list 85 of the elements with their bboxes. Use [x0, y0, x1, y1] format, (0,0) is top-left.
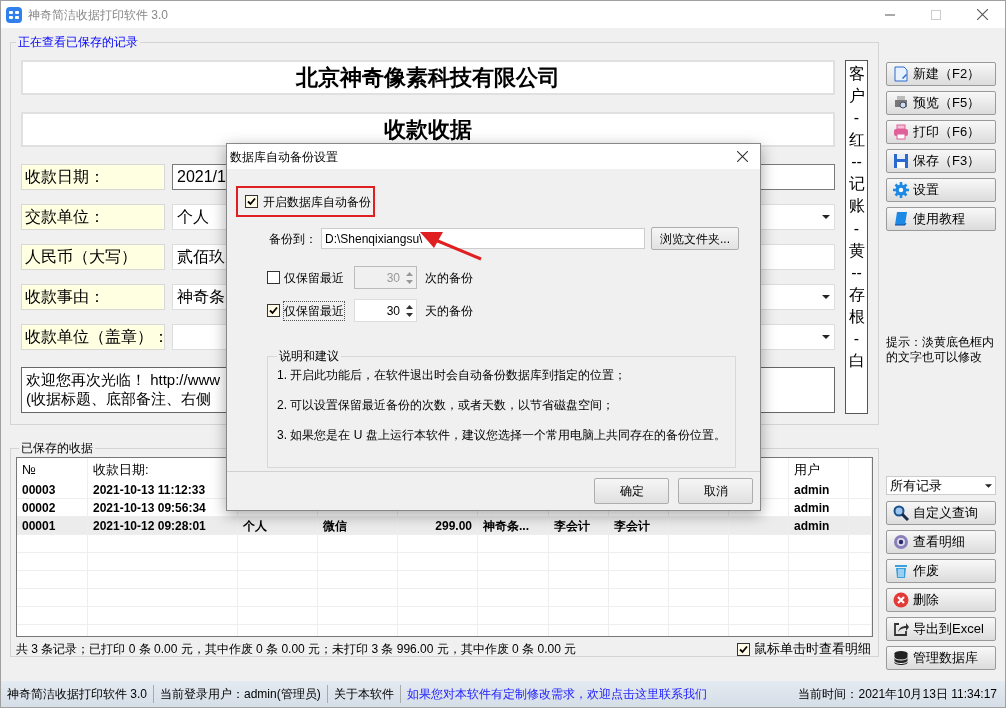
action-button[interactable]: 自定义查询 — [886, 501, 996, 525]
action-button[interactable]: 查看明细 — [886, 530, 996, 554]
about-link[interactable]: 关于本软件 — [327, 685, 400, 703]
contact-link[interactable]: 如果您对本软件有定制修改需求，欢迎点击这里联系我们 — [400, 685, 713, 703]
field-label[interactable]: 收款日期： — [21, 164, 165, 190]
action-button[interactable]: 删除 — [886, 588, 996, 612]
current-time-text: 当前时间：2021年10月13日 11:34:17 — [798, 686, 998, 703]
keep-recent-checkbox[interactable]: 仅保留最近 — [267, 268, 354, 287]
summary-text: 共 3 条记录；已打印 0 条 0.00 元，其中作废 0 条 0.00 元；未打印 3 条 996.00 元，其中作废 0 条 0.00 元 — [16, 641, 577, 658]
hint-text: 提示：淡黄底色框内的文字也可以修改 — [886, 335, 995, 365]
close-icon[interactable] — [976, 9, 988, 20]
field-label[interactable]: 收款单位（盖章）： — [21, 324, 165, 350]
table-cell: admin — [789, 517, 849, 534]
printer-icon — [893, 95, 909, 111]
toolbar-button[interactable]: 设置 — [886, 178, 996, 202]
copy-strip-text: 客户-红--记账-黄--存根-白 — [848, 64, 865, 371]
group-title: 已保存的收据 — [20, 440, 94, 457]
eye-icon — [893, 534, 909, 550]
tick-box-icon[interactable] — [245, 195, 258, 208]
backup-path-field[interactable]: D:\Shenqixiangsu\ — [321, 228, 645, 249]
table-cell: 00002 — [17, 499, 88, 516]
table-cell: 李会计 — [549, 517, 609, 534]
page-icon — [893, 66, 909, 82]
export-icon — [893, 621, 909, 637]
field-label[interactable]: 人民币（大写） — [21, 244, 165, 270]
database-icon — [893, 650, 909, 666]
note-text: 2. 可以设置保留最近备份的次数，或者天数，以节省磁盘空间； — [277, 397, 616, 414]
group-title: 正在查看已保存的记录 — [17, 34, 139, 51]
printer-icon — [893, 124, 909, 140]
dialog-button[interactable]: 取消 — [678, 478, 753, 504]
receipt-title-field[interactable]: 收款收据 — [21, 112, 835, 147]
spinner-arrows-icon[interactable] — [406, 304, 413, 317]
browse-folder-button[interactable]: 浏览文件夹... — [651, 227, 739, 250]
number-spinner[interactable]: 30 — [354, 299, 417, 322]
note-text: 1. 开启此功能后，在软件退出时会自动备份数据库到指定的位置； — [277, 367, 628, 384]
delete-icon — [893, 592, 909, 608]
window-title: 神奇简洁收据打印软件 3.0 — [28, 6, 168, 24]
enable-backup-checkbox[interactable]: 开启数据库自动备份 — [236, 186, 375, 217]
trash-icon — [893, 563, 909, 579]
action-button[interactable]: 导出到Excel — [886, 617, 996, 641]
unit-label: 天的备份 — [425, 302, 473, 320]
tick-box-icon[interactable] — [267, 304, 280, 317]
table-cell: 299.00 — [398, 517, 478, 534]
toolbar-button[interactable]: 保存（F3） — [886, 149, 996, 173]
group-title: 说明和建议 — [278, 348, 340, 365]
dialog-title: 数据库自动备份设置 — [230, 148, 338, 166]
company-name-field[interactable]: 北京神奇像素科技有限公司 — [21, 60, 835, 95]
toolbar-button[interactable]: 使用教程 — [886, 207, 996, 231]
app-name-text: 神奇简洁收据打印软件 3.0 — [6, 686, 148, 703]
unit-label: 次的备份 — [425, 269, 473, 287]
table-cell: admin — [789, 481, 849, 498]
tick-box-icon[interactable] — [267, 271, 280, 284]
table-cell: 李会计 — [609, 517, 669, 534]
table-cell: 微信 — [318, 517, 398, 534]
caret-icon — [822, 335, 830, 339]
table-row[interactable]: 00001 2021-10-12 09:28:01 个人 微信 299.00 神奇条... 李会计 李会计 admin — [17, 517, 872, 535]
search-icon — [893, 505, 909, 521]
table-cell: admin — [789, 499, 849, 516]
action-button[interactable]: 作废 — [886, 559, 996, 583]
table-cell: 00003 — [17, 481, 88, 498]
backup-to-label: 备份到： — [269, 230, 317, 248]
toolbar-button[interactable]: 新建（F2） — [886, 62, 996, 86]
filter-dropdown[interactable]: 所有记录 — [886, 476, 996, 495]
view-detail-checkbox[interactable]: 鼠标单击时查看明细 — [737, 639, 871, 659]
app-icon — [6, 6, 22, 23]
caret-icon — [822, 215, 830, 219]
field-label[interactable]: 收款事由： — [21, 284, 165, 310]
dialog-button[interactable]: 确定 — [594, 478, 669, 504]
field-label[interactable]: 交款单位： — [21, 204, 165, 230]
current-user-text: 当前登录用户：admin(管理员) — [159, 686, 322, 703]
gear-icon — [893, 182, 909, 198]
close-icon[interactable] — [736, 151, 748, 162]
note-text: 3. 如果您是在 U 盘上运行本软件，建议您选择一个常用电脑上共同存在的备份位置。 — [277, 427, 726, 444]
table-cell: 00001 — [17, 517, 88, 534]
keep-recent-checkbox[interactable]: 仅保留最近 — [267, 301, 354, 320]
action-button[interactable]: 管理数据库 — [886, 646, 996, 670]
table-cell: 神奇条... — [478, 517, 549, 534]
tick-box-icon[interactable] — [737, 642, 750, 656]
table-cell: 个人 — [238, 517, 318, 534]
table-cell: 2021-10-12 09:28:01 — [88, 517, 238, 534]
caret-icon — [822, 295, 830, 299]
caret-icon — [985, 483, 992, 488]
book-icon — [893, 211, 909, 227]
toolbar-button[interactable]: 打印（F6） — [886, 120, 996, 144]
toolbar-button[interactable]: 预览（F5） — [886, 91, 996, 115]
